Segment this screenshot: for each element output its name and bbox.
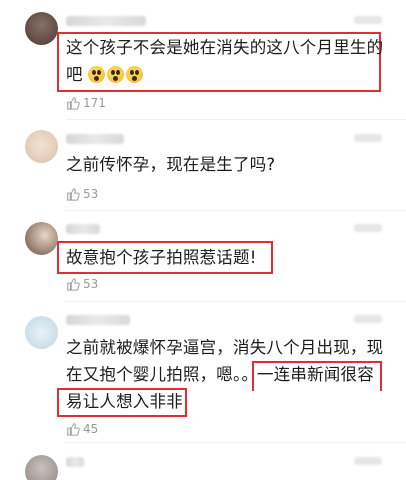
timestamp <box>354 224 382 232</box>
comment-text-line: 一连串新闻很容 <box>257 365 374 384</box>
comment-text-line: 之前就被爆怀孕逼宫，消失八个月出现，现 <box>66 338 384 357</box>
comment-4: 之前就被爆怀孕逼宫，消失八个月出现，现 在又抱个婴儿拍照，嗯。。 一连串新闻很容… <box>0 302 406 442</box>
comment-3: 故意抱个孩子拍照惹话题! 53 <box>0 211 406 301</box>
comment-5 <box>0 443 406 480</box>
comment-text-line: 易让人想入非非 <box>66 392 183 411</box>
timestamp <box>354 16 382 24</box>
avatar[interactable] <box>25 316 58 349</box>
avatar[interactable] <box>25 12 58 45</box>
like-button[interactable]: 171 <box>66 96 106 110</box>
comment-1: 这个孩子不会是她在消失的这八个月里生的 吧 171 <box>0 0 406 120</box>
avatar[interactable] <box>25 222 58 255</box>
thumbs-up-icon <box>67 278 80 291</box>
like-button[interactable]: 45 <box>66 422 98 436</box>
timestamp <box>354 457 382 465</box>
timestamp <box>354 134 382 142</box>
astonished-emoji-icon <box>107 66 125 83</box>
username[interactable] <box>66 457 84 467</box>
comment-text-line: 这个孩子不会是她在消失的这八个月里生的 <box>66 38 384 57</box>
thumbs-up-icon <box>67 188 80 201</box>
username[interactable] <box>66 134 124 144</box>
username[interactable] <box>66 315 130 325</box>
like-count: 45 <box>83 422 99 436</box>
comment-text: 之前传怀孕，现在是生了吗? <box>66 155 276 174</box>
like-button[interactable]: 53 <box>66 277 98 291</box>
astonished-emoji-icon <box>88 66 106 83</box>
like-button[interactable]: 53 <box>66 187 98 201</box>
like-count: 53 <box>83 187 99 201</box>
comment-text-segment: 吧 <box>66 65 83 84</box>
username[interactable] <box>66 16 146 26</box>
avatar[interactable] <box>25 455 58 480</box>
like-count: 171 <box>83 96 106 110</box>
comment-text-line: 吧 <box>66 61 145 88</box>
like-count: 53 <box>83 277 99 291</box>
timestamp <box>354 315 382 323</box>
avatar[interactable] <box>25 130 58 163</box>
thumbs-up-icon <box>67 423 80 436</box>
comment-text-line: 在又抱个婴儿拍照，嗯。。 <box>66 365 259 384</box>
thumbs-up-icon <box>67 97 80 110</box>
comment-text: 故意抱个孩子拍照惹话题! <box>66 248 257 267</box>
comment-2: 之前传怀孕，现在是生了吗? 53 <box>0 120 406 210</box>
astonished-emoji-icon <box>126 66 144 83</box>
username[interactable] <box>66 224 100 234</box>
